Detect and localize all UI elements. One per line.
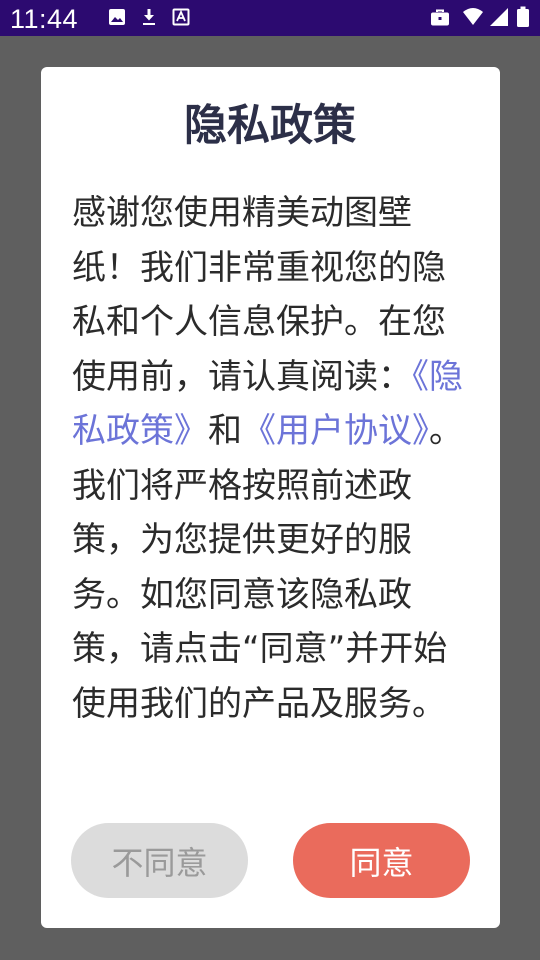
status-time: 11:44 [10,4,79,34]
battery-icon [517,6,529,27]
wifi-icon [463,8,483,25]
decline-button[interactable]: 不同意 [71,823,248,898]
screen: 11:44 隐私政策 感谢您使用精美动图壁纸！我们非常重视您的隐私和个人信息保护… [0,0,540,960]
download-icon [143,9,155,25]
image-icon [109,9,125,25]
status-bar: 11:44 [0,0,540,36]
dialog-body: 感谢您使用精美动图壁纸！我们非常重视您的隐私和个人信息保护。在您使用前，请认真阅… [72,186,470,731]
dialog-title: 隐私政策 [184,101,356,151]
body-text-rest: 。我们将严格按照前述政策，为您提供更好的服务。如您同意该隐私政策，请点击“同意”… [72,411,463,724]
agree-button[interactable]: 同意 [293,823,470,898]
body-text-and: 和 [208,411,242,451]
body-text-intro: 感谢您使用精美动图壁纸！我们非常重视您的隐私和个人信息保护。在您使用前，请认真阅… [72,193,446,397]
briefcase-icon [431,9,449,26]
user-agreement-link[interactable]: 《用户协议》 [242,411,429,451]
text-recognition-icon [172,8,190,26]
signal-icon [490,8,508,26]
